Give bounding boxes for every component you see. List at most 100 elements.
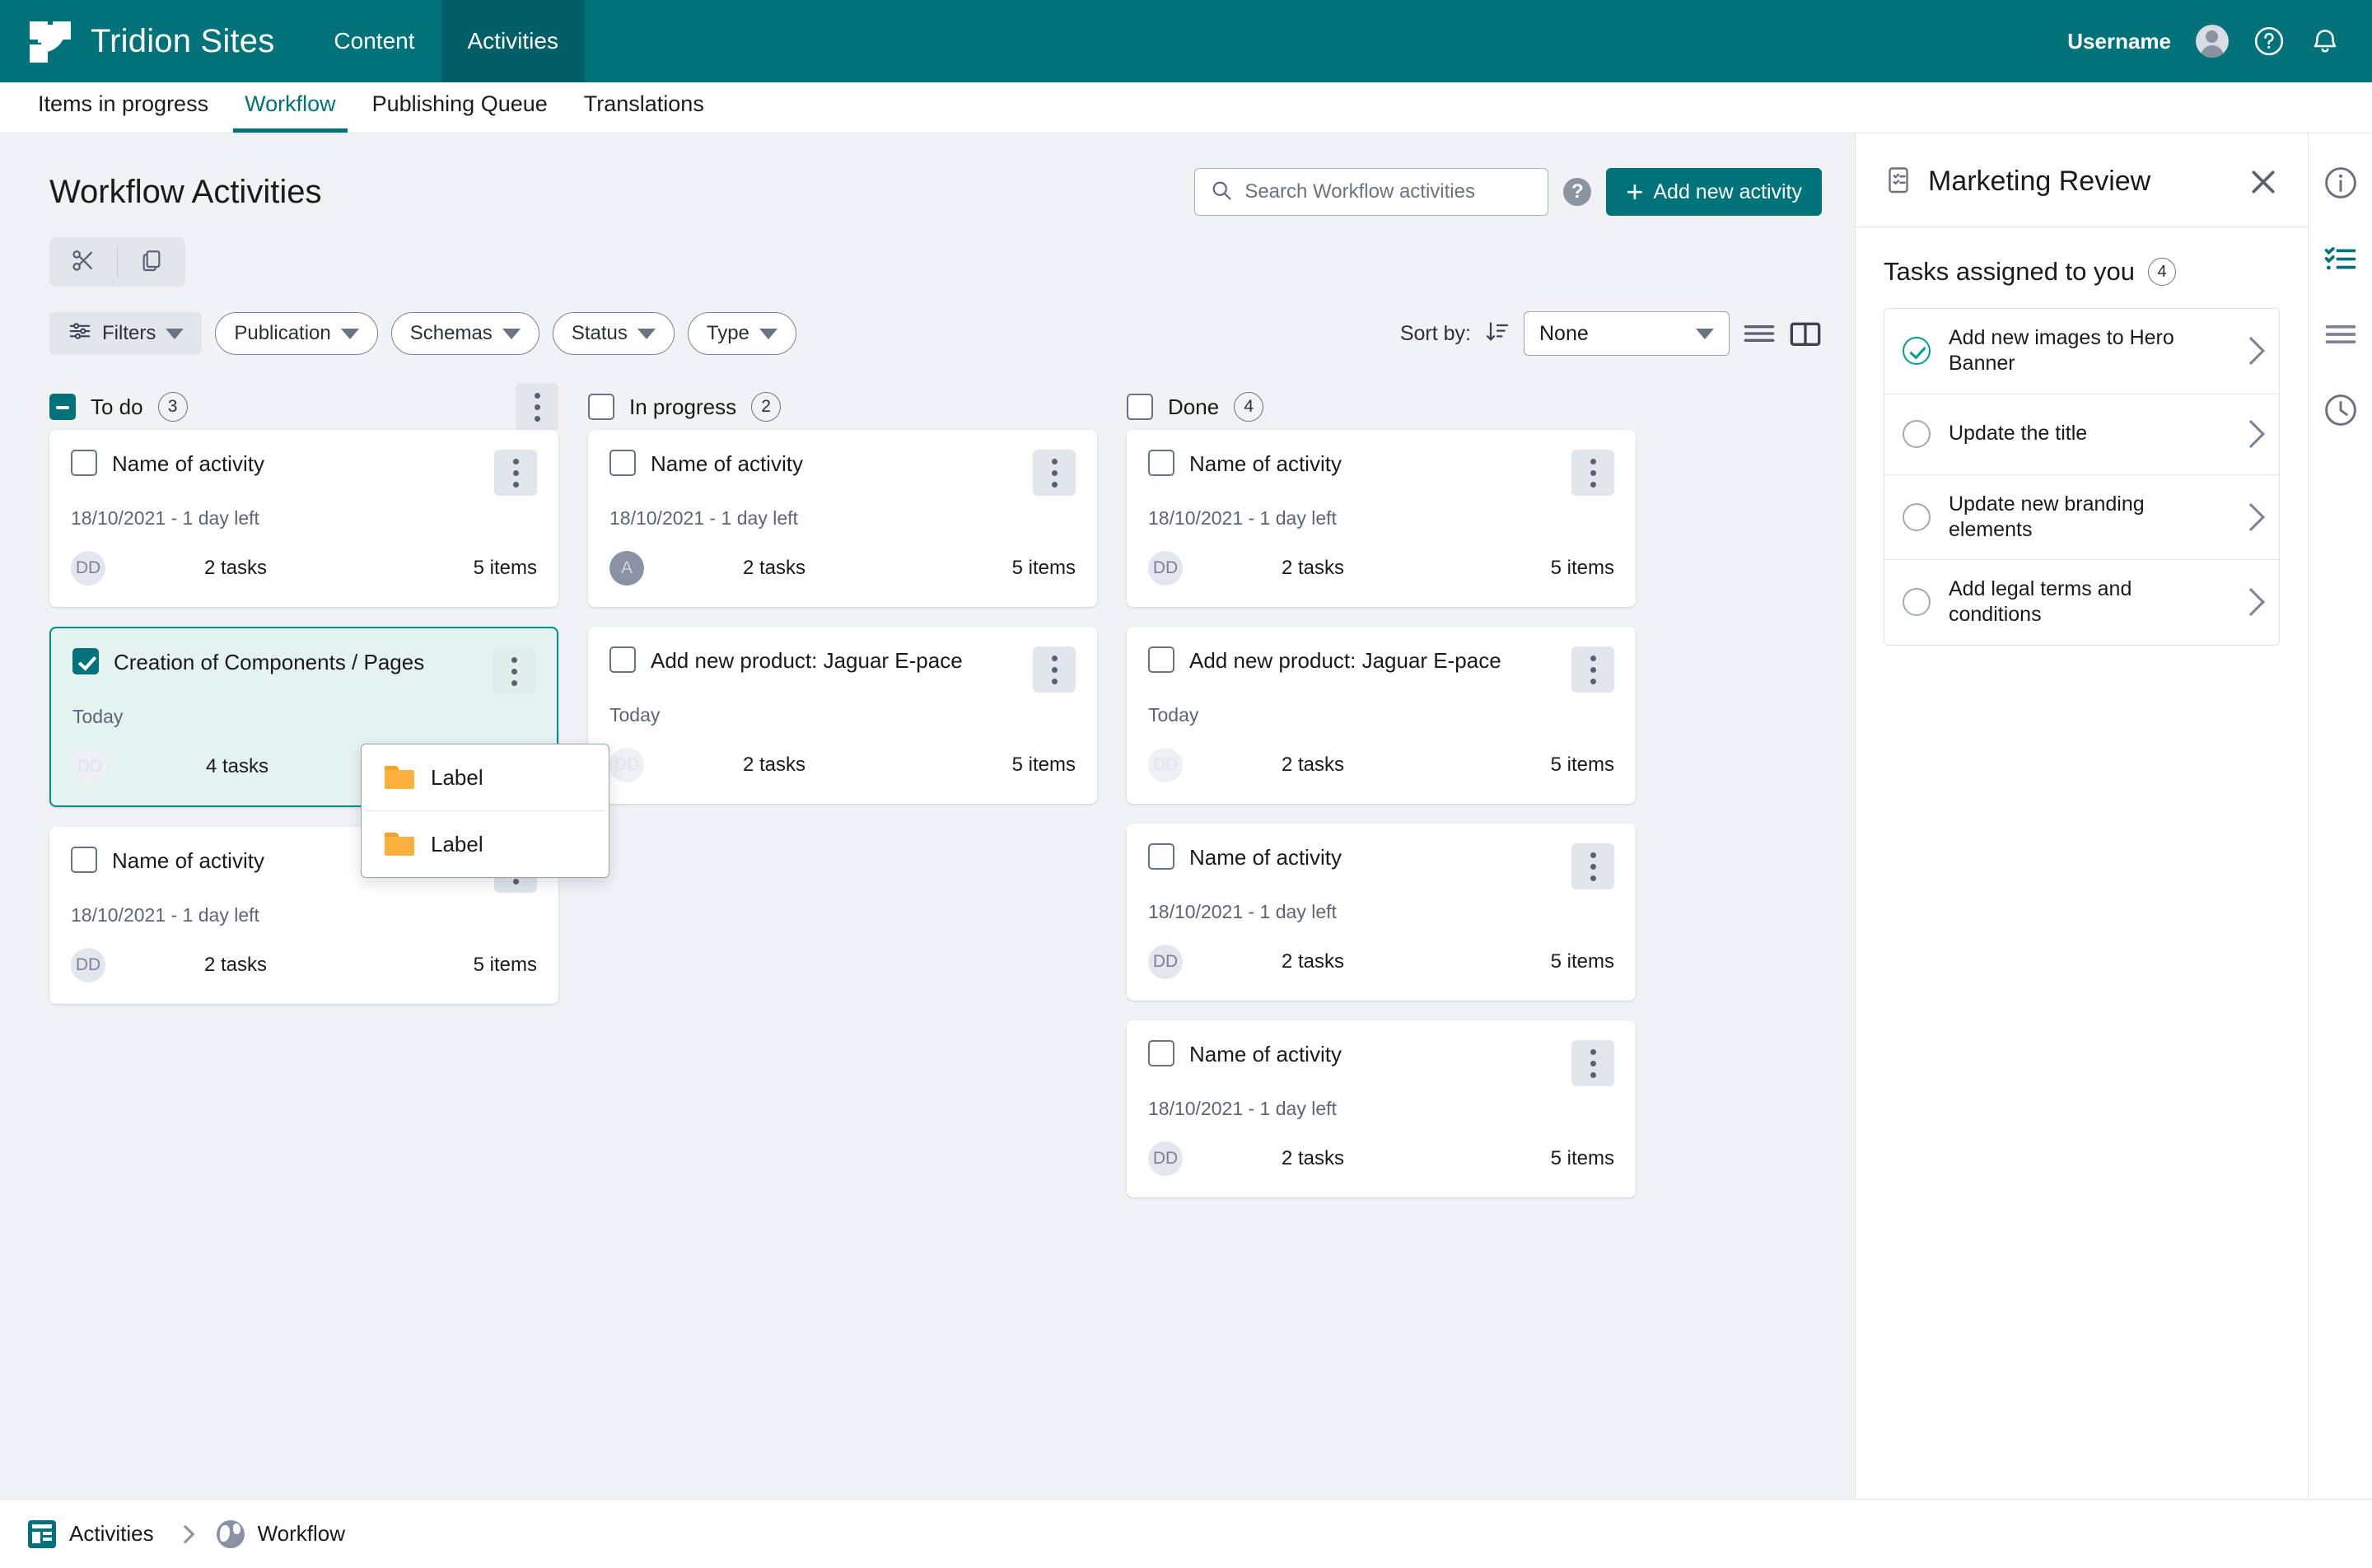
filter-chip-publication[interactable]: Publication bbox=[215, 312, 378, 355]
column-select-checkbox[interactable] bbox=[588, 394, 614, 420]
main-content: Workflow Activities ? + bbox=[0, 133, 1855, 1499]
column-select-checkbox[interactable] bbox=[49, 394, 76, 420]
filters-button[interactable]: Filters bbox=[49, 312, 203, 355]
activity-card[interactable]: Name of activity 18/10/2021 - 1 day left… bbox=[1127, 824, 1636, 1001]
card-select-checkbox[interactable] bbox=[1148, 646, 1174, 673]
card-menu-button[interactable] bbox=[1571, 843, 1614, 889]
close-icon[interactable] bbox=[2247, 166, 2280, 198]
task-list-item[interactable]: Add legal terms and conditions bbox=[1884, 560, 2279, 645]
activity-card[interactable]: Name of activity 18/10/2021 - 1 day left… bbox=[588, 430, 1097, 607]
card-menu-button[interactable] bbox=[1033, 646, 1076, 693]
top-nav-activities[interactable]: Activities bbox=[441, 0, 585, 82]
tab-publishing-queue[interactable]: Publishing Queue bbox=[361, 91, 559, 133]
notifications-bell-icon[interactable] bbox=[2309, 26, 2341, 57]
plus-icon: + bbox=[1626, 175, 1644, 208]
breadcrumb-item-activities[interactable]: Activities bbox=[28, 1519, 154, 1548]
card-menu-button[interactable] bbox=[1033, 450, 1076, 496]
filter-chip-label: Schemas bbox=[409, 322, 493, 344]
top-bar-right: Username bbox=[2067, 0, 2372, 82]
card-menu-button[interactable] bbox=[1571, 450, 1614, 496]
chevron-down-icon bbox=[166, 328, 184, 339]
list-icon[interactable] bbox=[2321, 315, 2360, 354]
card-context-menu: Label Label bbox=[361, 744, 609, 878]
sort-select-value: None bbox=[1539, 321, 1589, 345]
search-input[interactable] bbox=[1244, 180, 1534, 203]
help-icon[interactable] bbox=[2253, 26, 2285, 57]
folder-icon bbox=[385, 766, 414, 789]
card-date: 18/10/2021 - 1 day left bbox=[1148, 901, 1337, 922]
right-panel-header: Marketing Review bbox=[1856, 133, 2308, 227]
activity-card[interactable]: Add new product: Jaguar E-pace Today DD … bbox=[588, 627, 1097, 804]
card-assignee-avatar: DD bbox=[1148, 551, 1183, 586]
add-new-activity-button[interactable]: + Add new activity bbox=[1606, 168, 1822, 216]
context-menu-item-label-2[interactable]: Label bbox=[362, 811, 609, 877]
card-menu-button[interactable] bbox=[1571, 646, 1614, 693]
card-assignee-avatar: DD bbox=[72, 749, 107, 784]
task-status-icon[interactable] bbox=[1903, 502, 1931, 531]
card-select-checkbox[interactable] bbox=[71, 450, 97, 476]
filter-chip-schemas[interactable]: Schemas bbox=[390, 312, 539, 355]
task-list-item[interactable]: Update the title bbox=[1884, 394, 2279, 475]
card-menu-button[interactable] bbox=[494, 450, 537, 496]
activity-card[interactable]: Name of activity 18/10/2021 - 1 day left… bbox=[1127, 1020, 1636, 1197]
cut-button[interactable] bbox=[49, 237, 117, 287]
sort-by-label: Sort by: bbox=[1399, 321, 1471, 345]
task-label: Update the title bbox=[1949, 422, 2088, 446]
card-date: 18/10/2021 - 1 day left bbox=[71, 904, 259, 926]
history-clock-icon[interactable] bbox=[2321, 390, 2360, 430]
column-select-checkbox[interactable] bbox=[1127, 394, 1153, 420]
info-icon[interactable] bbox=[2321, 163, 2360, 203]
task-status-done-icon[interactable] bbox=[1903, 337, 1931, 366]
task-status-icon[interactable] bbox=[1903, 420, 1931, 448]
tab-translations[interactable]: Translations bbox=[572, 91, 716, 133]
card-menu-button[interactable] bbox=[493, 648, 535, 694]
breadcrumb-item-workflow[interactable]: Workflow bbox=[216, 1519, 345, 1548]
filter-chip-label: Publication bbox=[234, 322, 331, 344]
search-box[interactable] bbox=[1194, 168, 1549, 216]
task-list-item[interactable]: Update new branding elements bbox=[1884, 475, 2279, 560]
top-nav-content[interactable]: Content bbox=[307, 0, 441, 82]
card-select-checkbox[interactable] bbox=[1148, 450, 1174, 476]
card-select-checkbox[interactable] bbox=[1148, 1040, 1174, 1066]
user-avatar-icon[interactable] bbox=[2196, 25, 2229, 58]
card-tasks-count: 2 tasks bbox=[743, 754, 806, 776]
task-list-item[interactable]: Add new images to Hero Banner bbox=[1884, 309, 2279, 394]
card-title: Add new product: Jaguar E-pace bbox=[1189, 648, 1501, 673]
sort-select[interactable]: None bbox=[1524, 311, 1730, 356]
task-status-icon[interactable] bbox=[1903, 588, 1931, 617]
activities-icon bbox=[28, 1519, 56, 1548]
column-title: Done bbox=[1168, 394, 1220, 419]
card-select-checkbox[interactable] bbox=[609, 646, 636, 673]
card-select-checkbox[interactable] bbox=[71, 847, 97, 873]
context-menu-item-label-1[interactable]: Label bbox=[362, 744, 609, 810]
kanban-board: To do 3 Name of activity 18/10/2021 - 1 … bbox=[49, 383, 1822, 1217]
column-menu-button[interactable] bbox=[516, 383, 558, 431]
activity-card[interactable]: Name of activity 18/10/2021 - 1 day left… bbox=[49, 430, 558, 607]
card-tasks-count: 2 tasks bbox=[204, 954, 268, 976]
board-view-icon[interactable] bbox=[1789, 320, 1822, 348]
card-select-checkbox[interactable] bbox=[609, 450, 636, 476]
tab-workflow[interactable]: Workflow bbox=[233, 91, 348, 133]
brand[interactable]: Tridion Sites bbox=[0, 0, 274, 82]
chevron-down-icon bbox=[637, 328, 656, 339]
card-tasks-count: 2 tasks bbox=[1282, 950, 1345, 973]
tab-items-in-progress[interactable]: Items in progress bbox=[26, 91, 220, 133]
filter-chip-status[interactable]: Status bbox=[552, 312, 675, 355]
cut-icon bbox=[69, 246, 97, 278]
activity-card[interactable]: Name of activity 18/10/2021 - 1 day left… bbox=[1127, 430, 1636, 607]
card-select-checkbox[interactable] bbox=[1148, 843, 1174, 870]
kebab-icon bbox=[1590, 655, 1596, 684]
search-help-icon[interactable]: ? bbox=[1563, 178, 1592, 206]
filter-chip-type[interactable]: Type bbox=[687, 312, 796, 355]
column-title: To do bbox=[91, 394, 143, 419]
copy-button[interactable] bbox=[118, 237, 185, 287]
card-select-checkbox[interactable] bbox=[72, 648, 99, 674]
activity-card[interactable]: Add new product: Jaguar E-pace Today DD … bbox=[1127, 627, 1636, 804]
card-menu-button[interactable] bbox=[1571, 1040, 1614, 1086]
page-title: Workflow Activities bbox=[49, 173, 322, 210]
top-bar: Tridion Sites Content Activities Usernam… bbox=[0, 0, 2372, 82]
list-view-icon[interactable] bbox=[1743, 320, 1776, 348]
checklist-icon[interactable] bbox=[2321, 239, 2360, 278]
card-items-count: 5 items bbox=[1011, 557, 1076, 579]
sort-direction-icon[interactable] bbox=[1484, 319, 1511, 349]
